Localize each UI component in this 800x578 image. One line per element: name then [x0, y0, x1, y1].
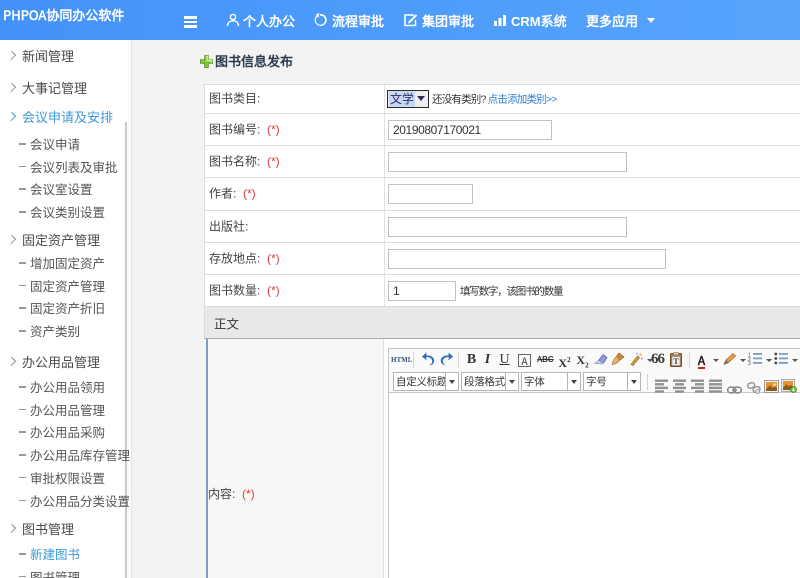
- svg-text:T: T: [673, 357, 679, 366]
- svg-text:3: 3: [748, 360, 751, 365]
